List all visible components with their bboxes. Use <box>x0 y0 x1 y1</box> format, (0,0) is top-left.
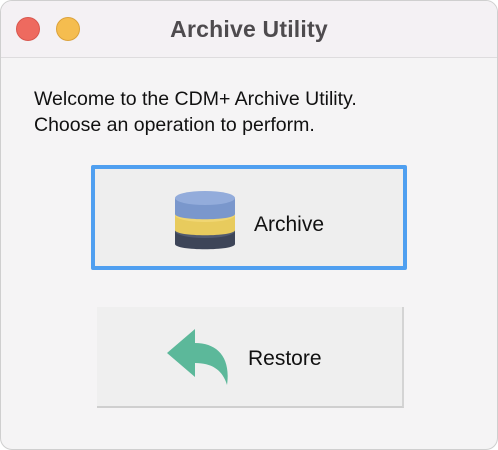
database-icon <box>173 189 237 258</box>
welcome-message-line-1: Welcome to the CDM+ Archive Utility. <box>34 88 357 110</box>
undo-arrow-icon <box>165 327 231 396</box>
restore-button[interactable]: Restore <box>97 307 404 408</box>
window-title: Archive Utility <box>170 16 328 42</box>
restore-button-label: Restore <box>248 347 322 370</box>
welcome-message: Welcome to the CDM+ Archive Utility. Cho… <box>34 86 357 138</box>
archive-button-label: Archive <box>254 213 325 236</box>
welcome-message-line-2: Choose an operation to perform. <box>34 114 315 136</box>
title-bar[interactable]: Archive Utility <box>1 1 497 58</box>
archive-button[interactable]: Archive <box>91 165 407 270</box>
archive-utility-window: Archive Utility Welcome to the CDM+ Arch… <box>0 0 498 450</box>
